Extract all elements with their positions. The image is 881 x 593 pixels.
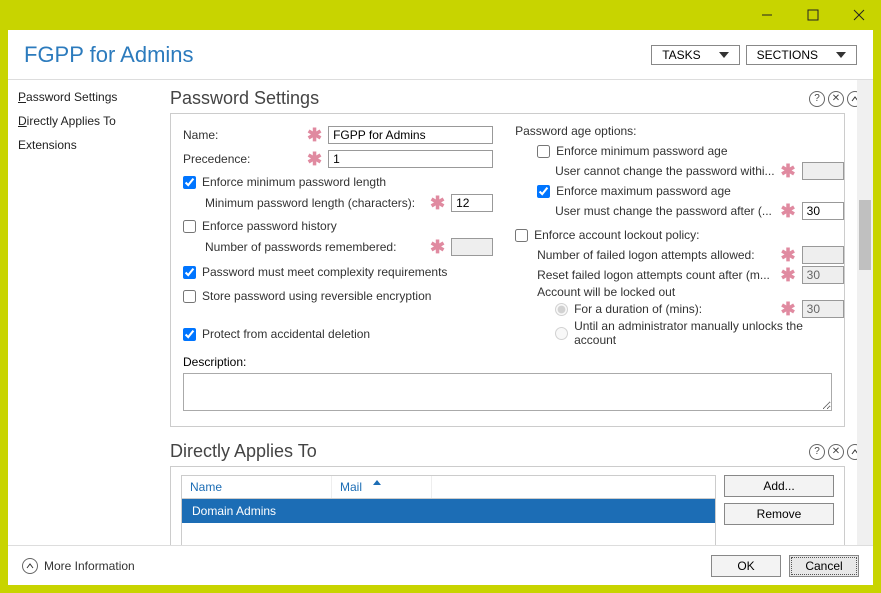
required-icon: ✱ — [307, 129, 322, 141]
lockout-label: Enforce account lockout policy: — [534, 228, 699, 242]
reset-count-label: Reset failed logon attempts count after … — [537, 268, 774, 282]
max-age-checkbox[interactable] — [537, 185, 550, 198]
required-icon: ✱ — [781, 303, 796, 315]
header-buttons: TASKS SECTIONS — [651, 45, 857, 65]
reversible-label: Store password using reversible encrypti… — [202, 289, 431, 303]
cancel-button[interactable]: Cancel — [789, 555, 859, 577]
duration-input — [802, 300, 844, 318]
window: FGPP for Admins TASKS SECTIONS Password … — [8, 30, 873, 585]
until-admin-label: Until an administrator manually unlocks … — [574, 319, 844, 347]
table-row[interactable]: Domain Admins — [182, 499, 715, 523]
failed-attempts-input — [802, 246, 844, 264]
ok-button[interactable]: OK — [711, 555, 781, 577]
tasks-label: TASKS — [662, 48, 700, 62]
section-password-settings-header: Password Settings ? ✕ — [170, 88, 863, 113]
grid-empty — [182, 523, 715, 545]
precedence-input[interactable] — [328, 150, 493, 168]
chevron-down-icon — [719, 52, 729, 58]
column-name[interactable]: Name — [182, 476, 332, 498]
sidebar: Password Settings Directly Applies To Ex… — [8, 80, 168, 545]
section-directly-applies-header: Directly Applies To ? ✕ — [170, 441, 863, 466]
required-icon: ✱ — [307, 153, 322, 165]
complexity-label: Password must meet complexity requiremen… — [202, 265, 447, 279]
history-label: Number of passwords remembered: — [205, 240, 424, 254]
name-input[interactable] — [328, 126, 493, 144]
left-column: Name: ✱ Precedence: ✱ Enforce minimum pa… — [183, 124, 493, 347]
close-button[interactable] — [845, 4, 873, 26]
section-title-text: Password Settings — [170, 88, 319, 109]
close-section-icon[interactable]: ✕ — [828, 91, 844, 107]
help-icon[interactable]: ? — [809, 91, 825, 107]
sidebar-item-extensions[interactable]: Extensions — [18, 138, 158, 152]
right-column: Password age options: Enforce minimum pa… — [515, 124, 844, 347]
enforce-history-label: Enforce password history — [202, 219, 337, 233]
reversible-checkbox[interactable] — [183, 290, 196, 303]
add-button[interactable]: Add... — [724, 475, 834, 497]
protect-checkbox[interactable] — [183, 328, 196, 341]
min-age-sublabel: User cannot change the password withi... — [555, 164, 774, 178]
enforce-history-checkbox[interactable] — [183, 220, 196, 233]
directly-applies-panel: Name Mail Domain Admins Add... Remove — [170, 466, 845, 545]
tasks-button[interactable]: TASKS — [651, 45, 739, 65]
expand-icon — [22, 558, 38, 574]
minimize-button[interactable] — [753, 4, 781, 26]
sections-label: SECTIONS — [757, 48, 818, 62]
titlebar — [0, 0, 881, 30]
max-age-input[interactable] — [802, 202, 844, 220]
until-admin-radio — [555, 327, 568, 340]
column-blank — [432, 476, 715, 498]
password-settings-panel: Name: ✱ Precedence: ✱ Enforce minimum pa… — [170, 113, 845, 427]
section-title-text: Directly Applies To — [170, 441, 317, 462]
required-icon: ✱ — [430, 197, 445, 209]
more-information-toggle[interactable]: More Information — [22, 558, 135, 574]
required-icon: ✱ — [781, 269, 796, 281]
header: FGPP for Admins TASKS SECTIONS — [8, 30, 873, 80]
scrollbar[interactable] — [857, 80, 873, 545]
required-icon: ✱ — [781, 249, 796, 261]
sections-button[interactable]: SECTIONS — [746, 45, 857, 65]
page-title: FGPP for Admins — [24, 42, 194, 68]
chevron-down-icon — [836, 52, 846, 58]
min-length-label: Minimum password length (characters): — [205, 196, 424, 210]
sidebar-item-password-settings[interactable]: Password Settings — [18, 90, 158, 104]
close-section-icon[interactable]: ✕ — [828, 444, 844, 460]
sidebar-item-directly-applies-to[interactable]: Directly Applies To — [18, 114, 158, 128]
account-locked-label: Account will be locked out — [515, 285, 844, 299]
min-age-checkbox[interactable] — [537, 145, 550, 158]
enforce-min-length-label: Enforce minimum password length — [202, 175, 386, 189]
required-icon: ✱ — [781, 205, 796, 217]
max-age-label: Enforce maximum password age — [556, 184, 731, 198]
enforce-min-length-checkbox[interactable] — [183, 176, 196, 189]
description-label: Description: — [183, 355, 832, 369]
age-options-label: Password age options: — [515, 124, 844, 138]
protect-label: Protect from accidental deletion — [202, 327, 370, 341]
min-length-input[interactable] — [451, 194, 493, 212]
reset-count-input — [802, 266, 844, 284]
remove-button[interactable]: Remove — [724, 503, 834, 525]
maximize-button[interactable] — [799, 4, 827, 26]
more-information-label: More Information — [44, 559, 135, 573]
failed-attempts-label: Number of failed logon attempts allowed: — [537, 248, 774, 262]
required-icon: ✱ — [430, 241, 445, 253]
lockout-checkbox[interactable] — [515, 229, 528, 242]
help-icon[interactable]: ? — [809, 444, 825, 460]
precedence-label: Precedence: — [183, 152, 301, 166]
applies-to-grid: Name Mail Domain Admins — [181, 475, 716, 545]
footer: More Information OK Cancel — [8, 545, 873, 585]
scrollbar-thumb[interactable] — [859, 200, 871, 270]
complexity-checkbox[interactable] — [183, 266, 196, 279]
body: Password Settings Directly Applies To Ex… — [8, 80, 873, 545]
max-age-sublabel: User must change the password after (... — [555, 204, 774, 218]
min-age-input — [802, 162, 844, 180]
name-label: Name: — [183, 128, 301, 142]
duration-radio — [555, 303, 568, 316]
column-mail[interactable]: Mail — [332, 476, 432, 498]
history-input — [451, 238, 493, 256]
duration-label: For a duration of (mins): — [574, 302, 702, 316]
required-icon: ✱ — [781, 165, 796, 177]
description-input[interactable] — [183, 373, 832, 411]
min-age-label: Enforce minimum password age — [556, 144, 727, 158]
content: Password Settings ? ✕ Name: ✱ — [168, 80, 873, 545]
